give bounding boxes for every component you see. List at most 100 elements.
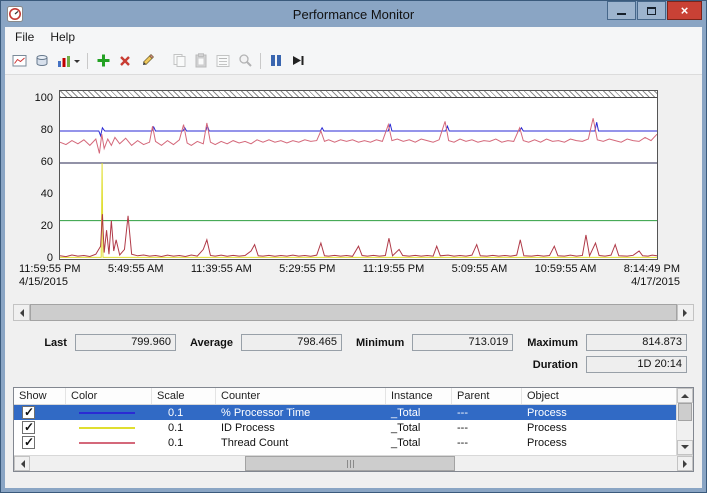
column-header-color[interactable]: Color	[66, 388, 152, 404]
scroll-right-button[interactable]	[677, 304, 694, 321]
gripper-icon	[352, 459, 354, 468]
column-header-show[interactable]: Show	[14, 388, 66, 404]
zoom-button[interactable]	[234, 50, 256, 72]
time-label: 5:09:55 AM	[451, 263, 508, 275]
log-database-icon	[36, 54, 48, 66]
duration-value: 1D 20:14	[586, 356, 687, 373]
chart-section: 100 80 60 40 20 0	[13, 90, 658, 264]
table-hscrollbar-thumb[interactable]	[245, 456, 455, 471]
update-data-button[interactable]	[287, 50, 309, 72]
parent-value: ---	[457, 421, 468, 434]
table-row[interactable]: 0.1 Thread Count _Total --- Process	[14, 435, 676, 450]
column-header-parent[interactable]: Parent	[452, 388, 522, 404]
column-header-instance[interactable]: Instance	[386, 388, 452, 404]
chart-scrollbar[interactable]	[13, 304, 694, 321]
arrow-left-icon	[17, 459, 25, 468]
table-header: Show Color Scale Counter Instance Parent…	[14, 388, 676, 405]
column-header-scale[interactable]: Scale	[152, 388, 216, 404]
object-name: Process	[527, 406, 567, 419]
chart-scrollbar-thumb[interactable]	[30, 304, 677, 321]
toolbar	[5, 47, 702, 75]
plus-icon	[97, 54, 109, 67]
y-tick: 20	[40, 220, 53, 232]
instance-name: _Total	[391, 421, 421, 434]
chart-icon	[12, 54, 27, 66]
instance-name: _Total	[391, 406, 421, 419]
time-label: 11:59:55 PM 4/15/2015	[19, 263, 81, 288]
table-vscrollbar-thumb[interactable]	[678, 403, 692, 421]
table-horizontal-scrollbar[interactable]	[14, 455, 693, 471]
add-counter-button[interactable]	[92, 50, 114, 72]
close-button[interactable]: ×	[667, 1, 702, 20]
scroll-up-button[interactable]	[677, 388, 693, 403]
stats-row-values: Last 799.960 Average 798.465 Minimum 713…	[13, 334, 687, 351]
maximize-button[interactable]	[637, 1, 666, 20]
show-checkbox[interactable]	[22, 405, 35, 419]
arrow-left-icon	[16, 308, 24, 317]
scroll-left-button[interactable]	[13, 304, 30, 321]
highlight-button[interactable]	[136, 50, 158, 72]
change-graph-type-button[interactable]	[53, 50, 83, 72]
color-swatch	[79, 441, 135, 444]
table-row[interactable]: 0.1 ID Process _Total --- Process	[14, 420, 676, 435]
freeze-display-button[interactable]	[265, 50, 287, 72]
scroll-down-button[interactable]	[677, 440, 693, 455]
column-header-counter[interactable]: Counter	[216, 388, 386, 404]
properties-button[interactable]	[212, 50, 234, 72]
scroll-right-button[interactable]	[677, 456, 693, 471]
maximum-label: Maximum	[527, 336, 578, 349]
show-checkbox[interactable]	[22, 435, 35, 449]
scale-value: 0.1	[168, 421, 184, 434]
toolbar-separator	[87, 52, 88, 69]
time-label: 8:14:49 PM 4/17/2015	[623, 263, 680, 288]
stats-row-duration: Duration 1D 20:14	[13, 356, 687, 373]
pause-icon	[271, 55, 281, 66]
series-line	[60, 163, 657, 257]
y-tick: 80	[40, 124, 53, 136]
chart-plot-area[interactable]	[59, 90, 658, 260]
average-label: Average	[189, 336, 233, 349]
menu-file[interactable]: File	[7, 28, 42, 46]
view-current-activity-button[interactable]	[9, 50, 31, 72]
delete-x-icon	[120, 55, 130, 66]
arrow-down-icon	[681, 445, 689, 453]
y-tick: 100	[34, 92, 53, 104]
time-label: 10:59:55 AM	[534, 263, 597, 275]
table-hscrollbar-track[interactable]	[30, 456, 677, 471]
chevron-down-icon	[73, 60, 80, 66]
duration-label: Duration	[532, 358, 578, 371]
y-tick: 60	[40, 156, 53, 168]
stats-panel: Last 799.960 Average 798.465 Minimum 713…	[13, 334, 687, 378]
view-log-data-button[interactable]	[31, 50, 53, 72]
menu-help[interactable]: Help	[42, 28, 83, 46]
table-vertical-scrollbar[interactable]	[676, 388, 693, 455]
minimum-value: 713.019	[412, 334, 514, 351]
show-checkbox[interactable]	[22, 420, 35, 434]
magnifier-icon	[238, 54, 252, 67]
performance-monitor-window: Performance Monitor × File Help 100 80 6…	[0, 0, 707, 493]
paste-counter-list-button[interactable]	[190, 50, 212, 72]
y-axis-labels: 100 80 60 40 20 0	[13, 90, 59, 264]
window-content: File Help 100 80 60 40 20 0 11:59:55 PM …	[5, 27, 702, 488]
arrow-right-icon	[683, 308, 691, 317]
object-name: Process	[527, 421, 567, 434]
color-swatch	[79, 411, 135, 414]
minimize-button[interactable]	[607, 1, 636, 20]
scroll-left-button[interactable]	[14, 456, 30, 471]
instance-name: _Total	[391, 436, 421, 449]
table-row[interactable]: 0.1 % Processor Time _Total --- Process	[14, 405, 676, 420]
counter-name: % Processor Time	[221, 406, 311, 419]
column-header-object[interactable]: Object	[522, 388, 676, 404]
copy-properties-button[interactable]	[168, 50, 190, 72]
scale-value: 0.1	[168, 406, 184, 419]
y-tick: 40	[40, 188, 53, 200]
delete-counter-button[interactable]	[114, 50, 136, 72]
series-line	[60, 118, 657, 153]
time-label: 5:49:55 AM	[107, 263, 164, 275]
counter-grid: Show Color Scale Counter Instance Parent…	[14, 388, 676, 455]
table-vscrollbar-track[interactable]	[677, 421, 693, 440]
titlebar[interactable]: Performance Monitor ×	[5, 1, 702, 27]
time-label: 11:39:55 AM	[190, 263, 252, 275]
maximum-value: 814.873	[586, 334, 687, 351]
window-title: Performance Monitor	[292, 6, 415, 22]
